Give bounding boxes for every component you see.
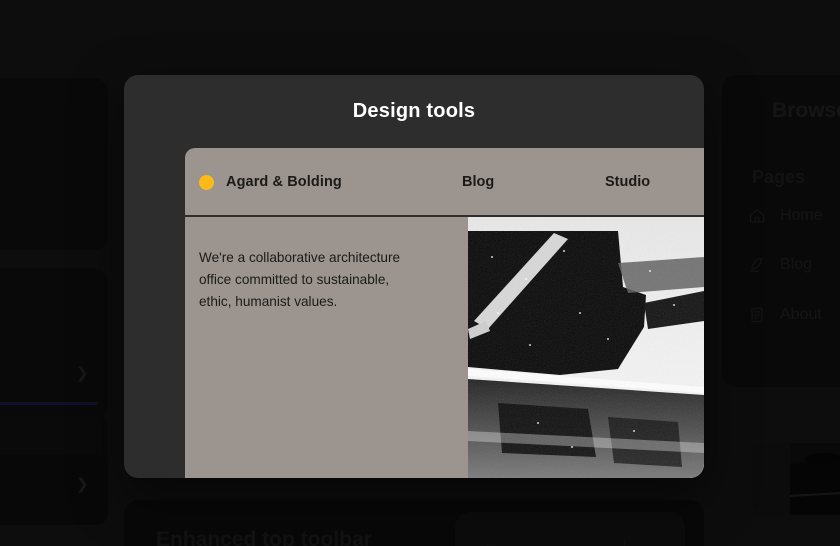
- preview-brand-name: Agard & Bolding: [226, 174, 342, 190]
- app-root: musical omplexity h. vigation ❯ ices ❯ E…: [0, 0, 840, 546]
- preview-nav-link-studio[interactable]: Studio: [605, 174, 650, 190]
- website-preview[interactable]: Agard & Bolding Blog Studio We're a coll…: [185, 148, 704, 478]
- design-tools-modal: Design tools Agard & Bolding Blog Studio…: [124, 75, 704, 478]
- architecture-photo-graphic: [468, 217, 704, 478]
- brand-dot-icon: [199, 175, 214, 190]
- preview-photo: [468, 217, 704, 478]
- preview-body: We're a collaborative architecture offic…: [185, 217, 704, 478]
- preview-brand[interactable]: Agard & Bolding: [199, 174, 342, 190]
- page-title: Design tools: [124, 100, 704, 123]
- preview-body-copy: We're a collaborative architecture offic…: [199, 247, 449, 313]
- preview-nav-link-blog[interactable]: Blog: [462, 174, 494, 190]
- preview-navbar: Agard & Bolding Blog Studio: [185, 148, 704, 217]
